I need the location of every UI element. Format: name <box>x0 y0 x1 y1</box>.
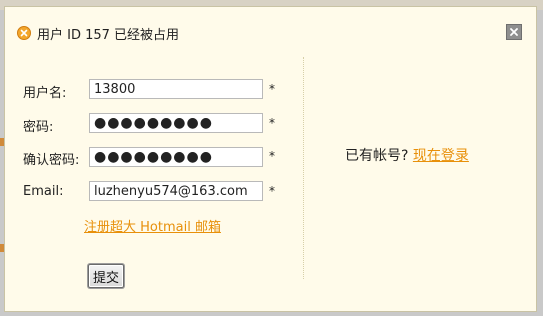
error-x-icon <box>17 26 31 40</box>
dialog-title: 用户 ID 157 已经被占用 <box>37 27 180 43</box>
have-account-text: 已有帐号? <box>345 148 409 164</box>
have-account-prompt: 已有帐号? 现在登录 <box>345 145 469 165</box>
section-divider <box>303 57 304 279</box>
email-label: Email: <box>23 184 64 199</box>
hotmail-register-link[interactable]: 注册超大 Hotmail 邮箱 <box>84 216 221 235</box>
required-mark: * <box>269 116 275 130</box>
dialog-title-row: 用户 ID 157 已经被占用 <box>17 24 180 43</box>
required-mark: * <box>269 149 275 163</box>
submit-button[interactable]: 提交 <box>88 264 124 288</box>
password-field[interactable] <box>89 113 263 133</box>
confirm-password-field[interactable] <box>89 147 263 167</box>
close-button[interactable] <box>506 24 522 40</box>
password-label: 密码: <box>23 120 54 135</box>
required-mark: * <box>269 184 275 198</box>
confirm-password-label: 确认密码: <box>23 153 80 168</box>
login-now-link[interactable]: 现在登录 <box>413 148 469 164</box>
username-label: 用户名: <box>23 86 67 101</box>
username-field[interactable] <box>89 79 263 99</box>
register-dialog: 用户 ID 157 已经被占用 用户名: * 密码: * 确认密码: * Ema… <box>4 6 537 312</box>
required-mark: * <box>269 82 275 96</box>
email-field[interactable] <box>89 181 263 201</box>
close-x-icon <box>510 28 518 36</box>
